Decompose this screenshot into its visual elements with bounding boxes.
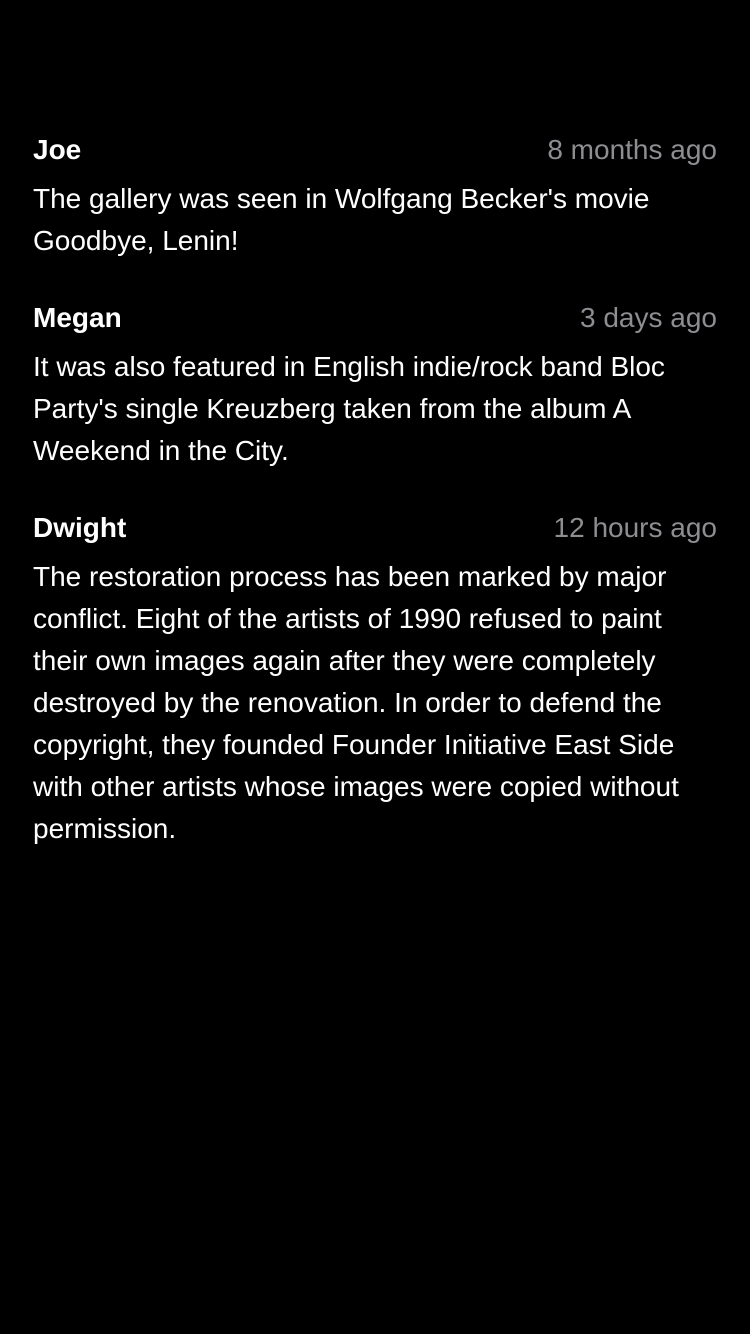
comment-item: Dwight 12 hours ago The restoration proc… (33, 508, 717, 850)
comment-item: Megan 3 days ago It was also featured in… (33, 298, 717, 472)
comment-text: The gallery was seen in Wolfgang Becker'… (33, 183, 650, 256)
comment-item: Joe 8 months ago The gallery was seen in… (33, 130, 717, 262)
comment-header: Dwight 12 hours ago (33, 508, 717, 548)
comment-header: Joe 8 months ago (33, 130, 717, 170)
comment-timestamp: 12 hours ago (553, 512, 717, 543)
comment-text: The restoration process has been marked … (33, 561, 679, 844)
comment-author: Joe (33, 134, 82, 165)
comment-text: It was also featured in English indie/ro… (33, 351, 665, 466)
comment-header: Megan 3 days ago (33, 298, 717, 338)
comment-timestamp: 8 months ago (547, 134, 717, 165)
comment-timestamp: 3 days ago (580, 302, 717, 333)
comment-author: Dwight (33, 512, 127, 543)
comment-author: Megan (33, 302, 122, 333)
comment-list: Joe 8 months ago The gallery was seen in… (33, 130, 717, 886)
